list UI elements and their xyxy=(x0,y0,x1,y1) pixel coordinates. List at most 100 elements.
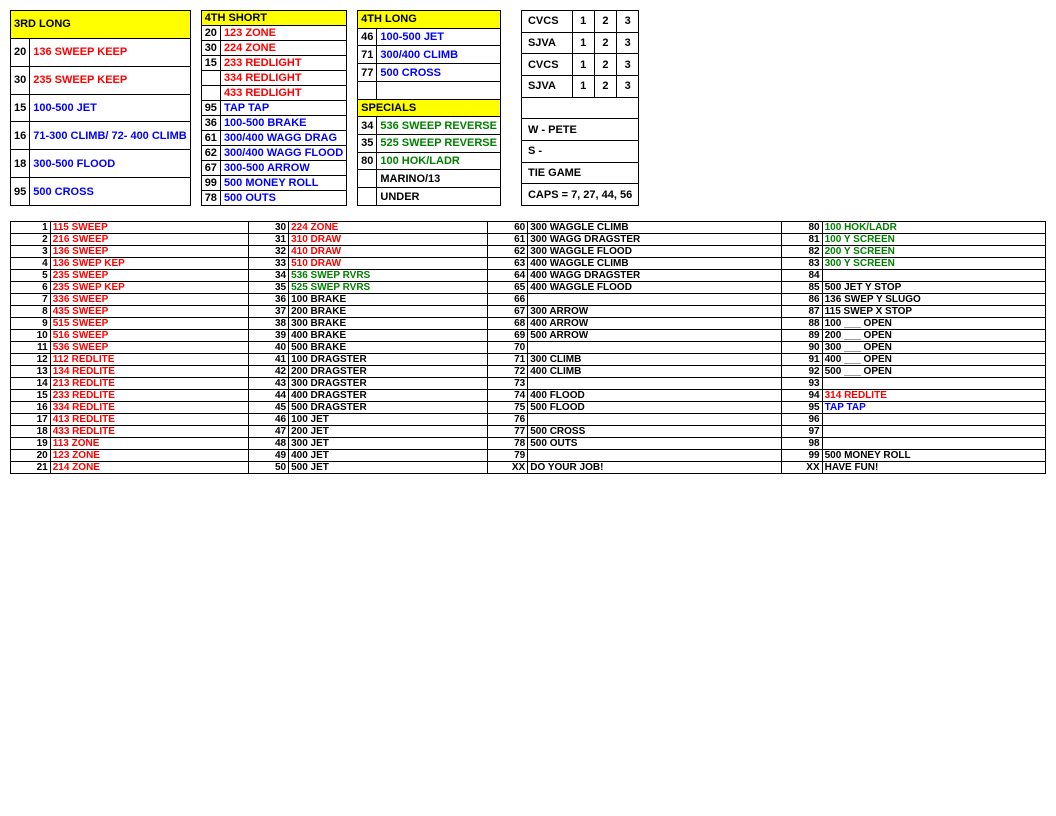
num-cell: 18 xyxy=(11,150,30,178)
play-cell: 300/400 CLIMB xyxy=(377,46,501,64)
table-row: 13 134 REDLITE 42 200 DRAGSTER 72 400 CL… xyxy=(11,366,1046,378)
play-cell: 300 WAGGLE FLOOD xyxy=(528,246,782,258)
num-cell: 30 xyxy=(201,41,220,56)
num-cell: 3 xyxy=(11,246,51,258)
play-cell: HAVE FUN! xyxy=(822,462,1045,474)
play-cell: 500 JET Y STOP xyxy=(822,282,1045,294)
play-cell: 525 SWEEP REVERSE xyxy=(377,135,501,153)
play-cell: 100 HOK/LADR xyxy=(822,222,1045,234)
score-label-sjva2: SJVA xyxy=(521,75,572,97)
score-c2: 2 xyxy=(594,54,616,76)
play-cell: 310 DRAW xyxy=(289,234,488,246)
table-row: 21 214 ZONE 50 500 JET XX DO YOUR JOB! X… xyxy=(11,462,1046,474)
num-cell: 46 xyxy=(358,28,377,46)
num-cell: 78 xyxy=(201,191,220,206)
play-cell: 235 SWEEP KEEP xyxy=(30,66,190,94)
play-cell: 200 DRAGSTER xyxy=(289,366,488,378)
table-row: 15 233 REDLITE 44 400 DRAGSTER 74 400 FL… xyxy=(11,390,1046,402)
num-cell: XX xyxy=(487,462,527,474)
4th-short-table: 4TH SHORT 20 123 ZONE 30 224 ZONE 15 233… xyxy=(201,10,347,206)
num-cell: 20 xyxy=(11,450,51,462)
score-w-pete: W - PETE xyxy=(521,119,638,141)
play-cell: 300 WAGG DRAGSTER xyxy=(528,234,782,246)
play-cell: 100-500 BRAKE xyxy=(220,116,346,131)
num-cell: 42 xyxy=(249,366,289,378)
play-cell: 100 BRAKE xyxy=(289,294,488,306)
play-cell: 300 DRAGSTER xyxy=(289,378,488,390)
num-cell: 14 xyxy=(11,378,51,390)
num-cell: 30 xyxy=(11,66,30,94)
play-cell: 224 ZONE xyxy=(289,222,488,234)
score-s: S - xyxy=(521,140,638,162)
play-cell: 413 REDLITE xyxy=(50,414,249,426)
num-cell: 61 xyxy=(487,234,527,246)
play-cell: 300 CLIMB xyxy=(528,354,782,366)
play-cell: 224 ZONE xyxy=(220,41,346,56)
num-cell: 84 xyxy=(782,270,822,282)
num-cell: 65 xyxy=(487,282,527,294)
num-cell: 72 xyxy=(487,366,527,378)
num-cell: 9 xyxy=(11,318,51,330)
play-cell xyxy=(822,426,1045,438)
play-cell: 400 DRAGSTER xyxy=(289,390,488,402)
play-cell: 123 ZONE xyxy=(220,26,346,41)
score-label-sjva1: SJVA xyxy=(521,32,572,54)
num-cell xyxy=(201,71,220,86)
num-cell: 73 xyxy=(487,378,527,390)
num-cell: 97 xyxy=(782,426,822,438)
table-row: 7 336 SWEEP 36 100 BRAKE 66 86 136 SWEP … xyxy=(11,294,1046,306)
num-cell: 95 xyxy=(782,402,822,414)
num-cell: 36 xyxy=(201,116,220,131)
table-row: 11 536 SWEEP 40 500 BRAKE 70 90 300 ___ … xyxy=(11,342,1046,354)
num-cell: 5 xyxy=(11,270,51,282)
play-cell: 235 SWEEP xyxy=(50,270,249,282)
play-cell: 300 JET xyxy=(289,438,488,450)
play-cell: 400 WAGGLE FLOOD xyxy=(528,282,782,294)
play-cell: 400 WAGGLE CLIMB xyxy=(528,258,782,270)
num-cell: 33 xyxy=(249,258,289,270)
table-row: 2 216 SWEEP 31 310 DRAW 61 300 WAGG DRAG… xyxy=(11,234,1046,246)
3rd-long-table: 3RD LONG 20 136 SWEEP KEEP 30 235 SWEEP … xyxy=(10,10,191,206)
num-cell: 48 xyxy=(249,438,289,450)
play-cell: 500 CROSS xyxy=(528,426,782,438)
table-row: 5 235 SWEEP 34 536 SWEP RVRS 64 400 WAGG… xyxy=(11,270,1046,282)
num-cell: 62 xyxy=(487,246,527,258)
num-cell: 67 xyxy=(201,161,220,176)
play-cell: 213 REDLITE xyxy=(50,378,249,390)
play-cell: 410 DRAW xyxy=(289,246,488,258)
num-cell: XX xyxy=(782,462,822,474)
num-cell: 96 xyxy=(782,414,822,426)
play-cell: 300/400 WAGG DRAG xyxy=(220,131,346,146)
score-table: CVCS 1 2 3 SJVA 1 2 3 CVCS 1 2 3 SJVA 1 … xyxy=(521,10,639,206)
num-cell: 43 xyxy=(249,378,289,390)
play-cell: 200 Y SCREEN xyxy=(822,246,1045,258)
num-cell: 95 xyxy=(11,178,30,206)
num-cell: 85 xyxy=(782,282,822,294)
play-cell: 100-500 JET xyxy=(377,28,501,46)
num-cell: 75 xyxy=(487,402,527,414)
play-cell: 500 JET xyxy=(289,462,488,474)
score-blank xyxy=(521,97,638,119)
num-cell: 35 xyxy=(358,135,377,153)
4th-long-table: 4TH LONG 46 100-500 JET 71 300/400 CLIMB… xyxy=(357,10,501,206)
play-cell: TAP TAP xyxy=(220,101,346,116)
num-cell: 80 xyxy=(782,222,822,234)
num-cell: 47 xyxy=(249,426,289,438)
num-cell: 62 xyxy=(201,146,220,161)
num-cell: 31 xyxy=(249,234,289,246)
num-cell: 94 xyxy=(782,390,822,402)
play-cell: MARINO/13 xyxy=(377,170,501,188)
num-cell: 63 xyxy=(487,258,527,270)
score-c3: 3 xyxy=(617,54,639,76)
num-cell: 15 xyxy=(11,390,51,402)
num-cell: 46 xyxy=(249,414,289,426)
play-cell: 435 SWEEP xyxy=(50,306,249,318)
play-cell xyxy=(528,414,782,426)
score-c2: 2 xyxy=(594,11,616,33)
play-cell: 400 FLOOD xyxy=(528,390,782,402)
bottom-grid: 1 115 SWEEP 30 224 ZONE 60 300 WAGGLE CL… xyxy=(10,221,1046,474)
play-cell: 334 REDLIGHT xyxy=(220,71,346,86)
num-cell: 81 xyxy=(782,234,822,246)
num-cell: 21 xyxy=(11,462,51,474)
table-row: 20 123 ZONE 49 400 JET 79 99 500 MONEY R… xyxy=(11,450,1046,462)
